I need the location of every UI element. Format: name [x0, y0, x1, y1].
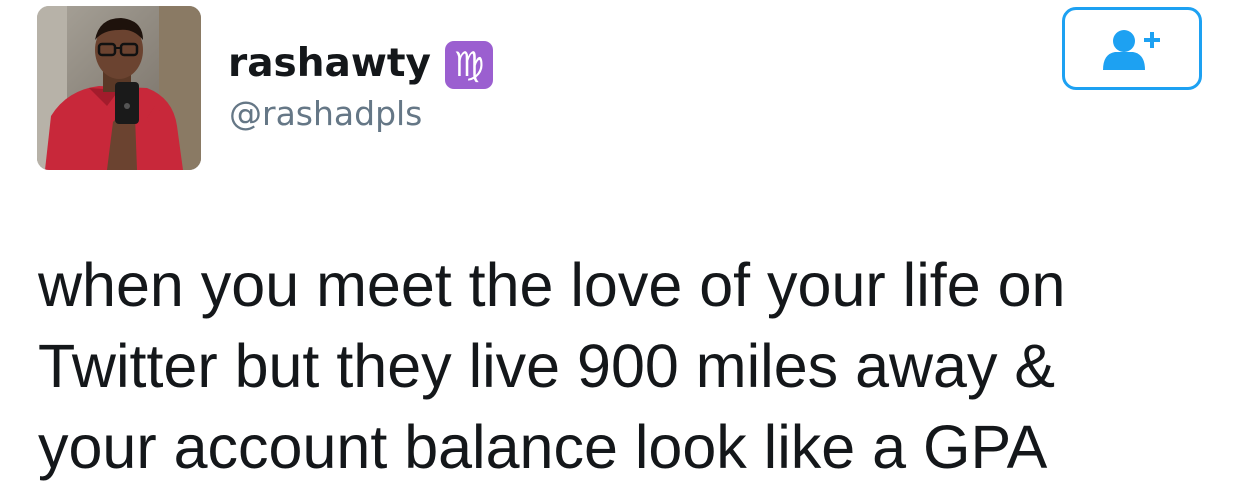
virgo-badge-icon: ♍ — [444, 41, 493, 89]
avatar[interactable] — [37, 6, 201, 170]
profile-photo — [37, 6, 201, 170]
virgo-glyph: ♍ — [453, 45, 485, 85]
tweet-text: when you meet the love of your life on T… — [38, 245, 1208, 488]
follow-button[interactable] — [1062, 7, 1202, 90]
tweet-text-line: when you meet the love of your life on — [38, 251, 1066, 319]
display-name-row: rashawty ♍ — [228, 38, 493, 89]
tweet-text-line: Twitter but they live 900 miles away & — [38, 332, 1056, 400]
display-name[interactable]: rashawty — [228, 41, 431, 86]
add-user-icon — [1103, 29, 1160, 70]
user-handle[interactable]: @rashadpls — [229, 94, 422, 133]
tweet-text-line: your account balance look like a GPA — [38, 413, 1048, 481]
